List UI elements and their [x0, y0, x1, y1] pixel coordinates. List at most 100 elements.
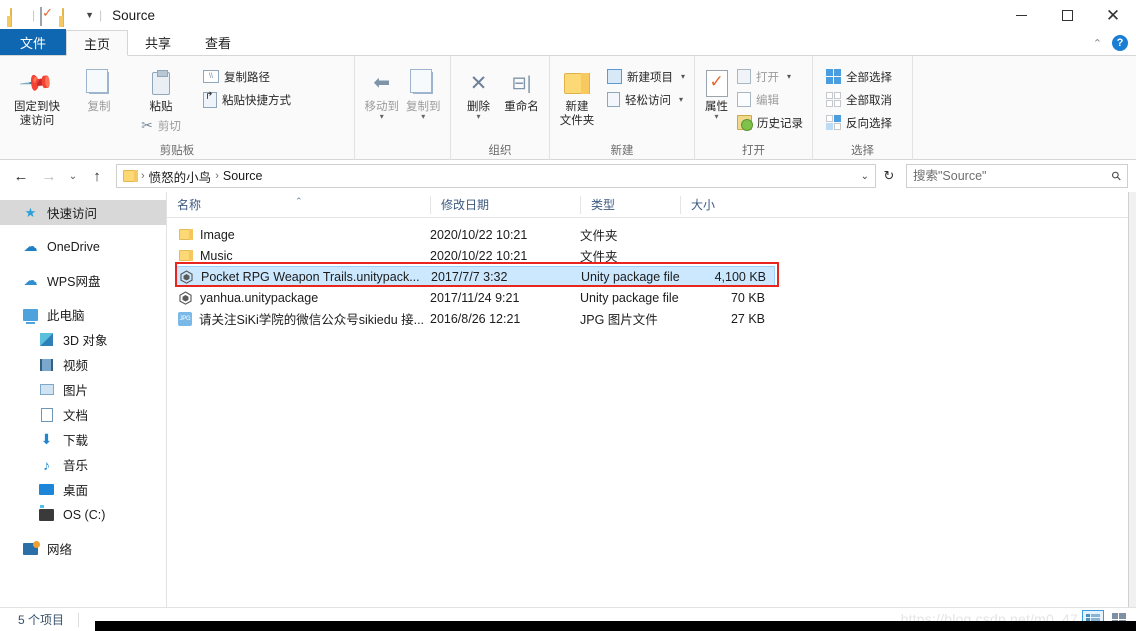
- sidebar-item-downloads[interactable]: ⬇ 下载: [0, 427, 166, 452]
- properties-caret-icon[interactable]: ▾: [714, 113, 718, 121]
- qat-new-folder-icon[interactable]: [62, 7, 79, 27]
- tab-share[interactable]: 共享: [128, 29, 188, 55]
- sidebar-item-music[interactable]: ♪ 音乐: [0, 452, 166, 477]
- open-caret-icon[interactable]: ▾: [787, 72, 791, 81]
- quick-access-toolbar: | ▼ |: [0, 6, 102, 27]
- breadcrumb-item-0[interactable]: 愤怒的小鸟: [145, 167, 216, 186]
- sidebar-item-3d-objects[interactable]: 3D 对象: [0, 327, 166, 352]
- file-date: 2020/10/22 10:21: [430, 248, 528, 263]
- sidebar-label-network: 网络: [47, 543, 73, 557]
- table-row[interactable]: yanhua.unitypackage 2017/11/24 9:21 Unit…: [167, 287, 1136, 308]
- sidebar-item-network[interactable]: 网络: [0, 536, 166, 561]
- breadcrumb[interactable]: › 愤怒的小鸟 › Source ⌄: [116, 164, 876, 188]
- table-row[interactable]: Image 2020/10/22 10:21 文件夹: [167, 224, 1136, 245]
- column-header-name[interactable]: 名称 ⌃: [167, 196, 430, 214]
- table-row-selected[interactable]: Pocket RPG Weapon Trails.unitypack... 20…: [175, 266, 775, 287]
- address-bar: ← → ⌄ ↑ › 愤怒的小鸟 › Source ⌄ ↻ ⚲: [0, 160, 1136, 192]
- tab-file[interactable]: 文件: [0, 29, 67, 55]
- move-to-button[interactable]: ⬅ 移动到 ▾: [361, 62, 403, 121]
- delete-caret-icon[interactable]: ▾: [476, 113, 480, 121]
- sidebar-label-quick-access: 快速访问: [47, 207, 98, 221]
- invert-selection-button[interactable]: 反向选择: [823, 112, 895, 133]
- up-button[interactable]: ↑: [84, 163, 110, 189]
- refresh-button[interactable]: ↻: [878, 164, 900, 188]
- sidebar-item-quick-access[interactable]: ★ 快速访问: [0, 200, 166, 225]
- group-label-new: 新建: [610, 145, 634, 157]
- column-header-size[interactable]: 大小: [680, 195, 770, 214]
- new-folder-button[interactable]: 新建 文件夹: [556, 62, 598, 128]
- minimize-button[interactable]: [998, 0, 1044, 30]
- history-button[interactable]: 历史记录: [734, 112, 806, 133]
- file-type: JPG 图片文件: [580, 313, 658, 327]
- qat-properties-icon[interactable]: [40, 6, 57, 26]
- back-button[interactable]: ←: [8, 163, 34, 189]
- rename-button[interactable]: ⊟| 重命名: [500, 62, 543, 114]
- window-title: Source: [112, 7, 155, 23]
- sidebar-item-desktop[interactable]: 桌面: [0, 477, 166, 502]
- tab-home[interactable]: 主页: [66, 30, 129, 56]
- file-date: 2017/7/7 3:32: [431, 269, 508, 284]
- table-row[interactable]: Music 2020/10/22 10:21 文件夹: [167, 245, 1136, 266]
- sidebar-item-os-drive[interactable]: OS (C:): [0, 502, 166, 527]
- copy-path-button[interactable]: \\ 复制路径: [200, 66, 294, 87]
- ribbon-tabs-right: ⌃ ?: [1093, 35, 1128, 51]
- sidebar-item-pictures[interactable]: 图片: [0, 377, 166, 402]
- group-label-organize-left: [355, 140, 450, 160]
- new-item-icon: [606, 69, 622, 84]
- easy-access-button[interactable]: 轻松访问 ▾: [604, 89, 688, 110]
- sidebar-item-this-pc[interactable]: 此电脑: [0, 302, 166, 327]
- move-to-caret-icon[interactable]: ▾: [380, 113, 384, 121]
- search-box[interactable]: ⚲: [906, 164, 1128, 188]
- help-icon[interactable]: ?: [1112, 35, 1128, 51]
- forward-button[interactable]: →: [36, 163, 62, 189]
- paste-button[interactable]: 粘贴: [130, 62, 192, 114]
- collapse-ribbon-icon[interactable]: ⌃: [1093, 37, 1102, 50]
- downloads-icon: ⬇: [40, 431, 53, 447]
- sidebar-label-wps: WPS网盘: [47, 275, 101, 289]
- breadcrumb-folder-icon: [123, 170, 138, 182]
- paste-label: 粘贴: [149, 101, 173, 113]
- maximize-button[interactable]: [1044, 0, 1090, 30]
- column-header-type[interactable]: 类型: [580, 195, 680, 214]
- qat-customize-caret-icon[interactable]: ▼: [85, 10, 94, 20]
- delete-button[interactable]: ✕ 删除 ▾: [457, 62, 500, 121]
- select-none-button[interactable]: 全部取消: [823, 89, 895, 110]
- file-name: Music: [200, 248, 233, 263]
- pin-to-quick-access-button[interactable]: 📌 固定到快 速访问: [6, 62, 68, 128]
- paste-shortcut-button[interactable]: 粘贴快捷方式: [200, 89, 294, 110]
- sidebar-item-documents[interactable]: 文档: [0, 402, 166, 427]
- qat-folder-icon[interactable]: [10, 7, 27, 27]
- table-row[interactable]: JPG 请关注SiKi学院的微信公众号sikiedu 接... 2016/8/2…: [167, 308, 1136, 329]
- copy-button[interactable]: 复制: [68, 62, 130, 114]
- cut-button[interactable]: ✂ 剪切: [138, 115, 184, 136]
- copy-to-button[interactable]: 复制到 ▾: [403, 62, 445, 121]
- tab-view[interactable]: 查看: [188, 29, 248, 55]
- copy-label: 复制: [87, 101, 111, 113]
- properties-button[interactable]: 属性 ▾: [701, 62, 732, 121]
- column-header-date[interactable]: 修改日期: [430, 195, 580, 214]
- search-input[interactable]: [913, 169, 1113, 183]
- copy-path-label: 复制路径: [224, 71, 270, 84]
- breadcrumb-item-1[interactable]: Source: [219, 169, 267, 183]
- sidebar-item-videos[interactable]: 视频: [0, 352, 166, 377]
- edit-button[interactable]: 编辑: [734, 89, 806, 110]
- new-item-button[interactable]: 新建项目 ▾: [604, 66, 688, 87]
- recent-locations-button[interactable]: ⌄: [64, 163, 82, 189]
- unity-package-icon: [179, 290, 192, 305]
- sidebar-item-wps[interactable]: ☁ WPS网盘: [0, 268, 166, 293]
- close-button[interactable]: ✕: [1090, 0, 1136, 30]
- sidebar-item-onedrive[interactable]: ☁ OneDrive: [0, 234, 166, 259]
- background-app-sliver: [1128, 192, 1136, 607]
- new-item-caret-icon[interactable]: ▾: [681, 72, 685, 81]
- open-button[interactable]: 打开 ▾: [734, 66, 806, 87]
- delete-icon: ✕: [469, 71, 488, 95]
- desktop-icon: [38, 482, 55, 498]
- sidebar-label-desktop: 桌面: [63, 484, 89, 498]
- copy-to-caret-icon[interactable]: ▾: [421, 113, 425, 121]
- ribbon-group-organize: ✕ 删除 ▾ ⊟| 重命名 组织: [451, 56, 550, 160]
- select-all-button[interactable]: 全部选择: [823, 66, 895, 87]
- pictures-icon: [38, 382, 55, 398]
- easy-access-caret-icon[interactable]: ▾: [679, 95, 683, 104]
- invert-selection-label: 反向选择: [846, 117, 892, 130]
- breadcrumb-dropdown-icon[interactable]: ⌄: [861, 171, 869, 182]
